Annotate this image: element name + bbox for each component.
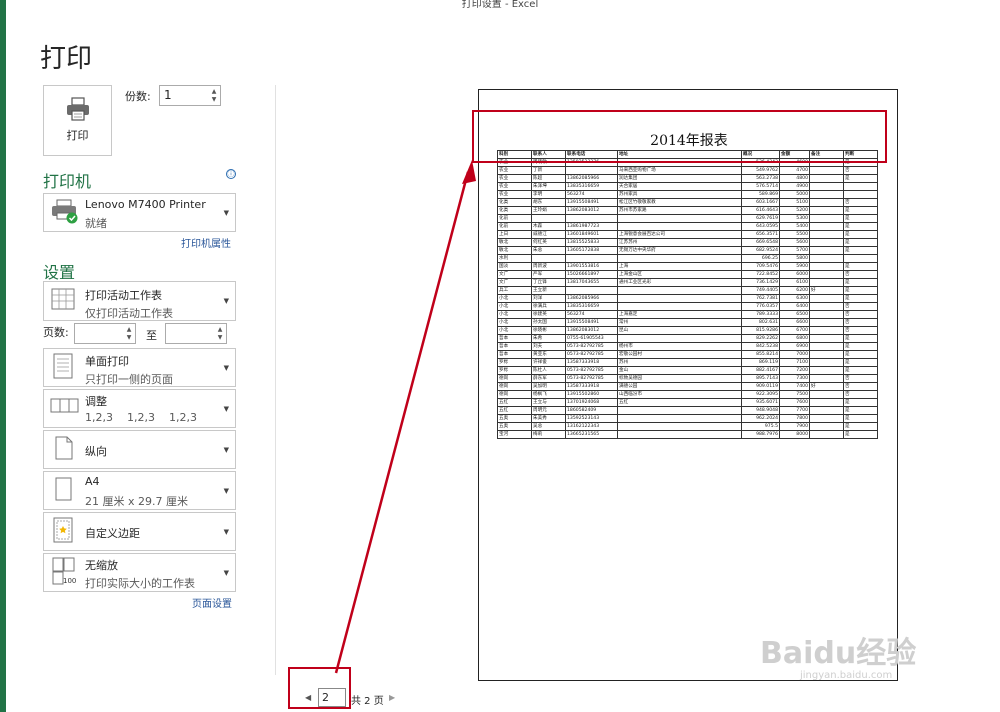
- page-number-input[interactable]: 2: [318, 688, 346, 707]
- page-number-value: 2: [322, 691, 329, 704]
- watermark-brand: Baidu经验: [760, 636, 917, 671]
- annotation-arrow: [334, 160, 476, 674]
- page-total: 共 2 页: [351, 696, 384, 707]
- previous-page-icon[interactable]: ◀: [305, 693, 311, 702]
- watermark: Baidu经验 jingyan.baidu.com: [760, 628, 916, 681]
- next-page-icon[interactable]: ▶: [389, 693, 395, 702]
